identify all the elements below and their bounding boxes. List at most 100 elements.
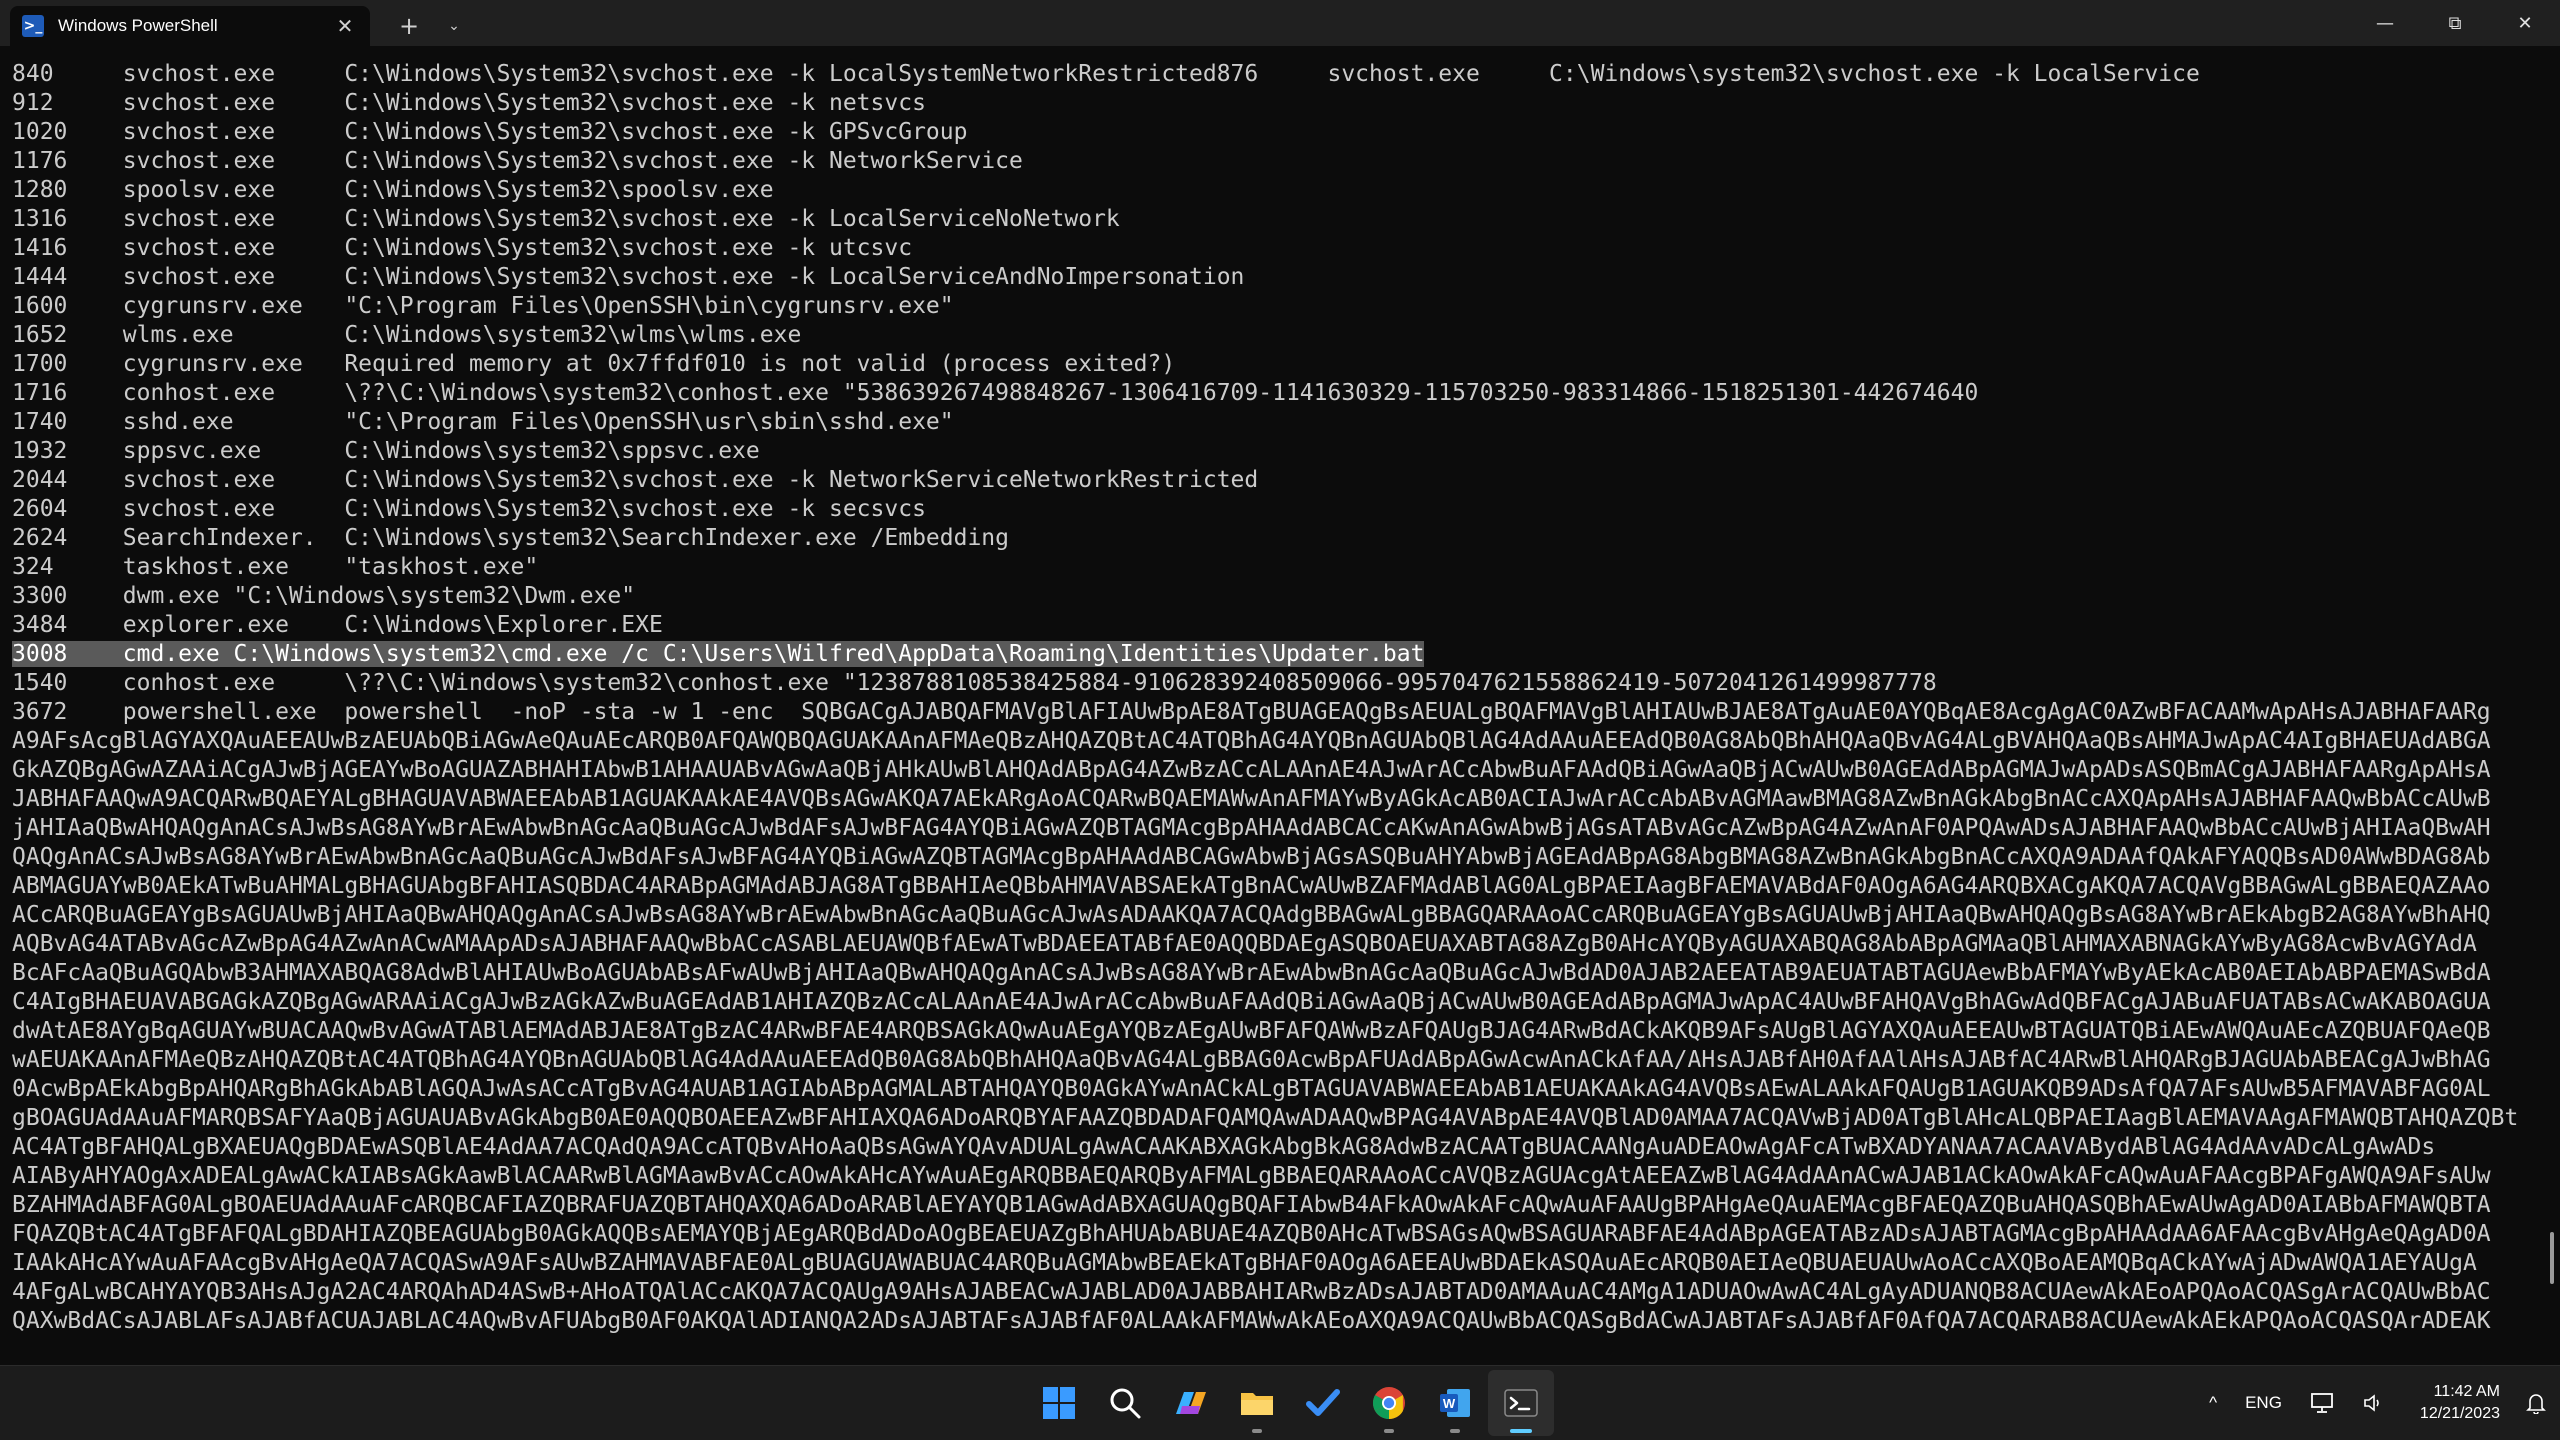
terminal-line[interactable]: 1700 cygrunsrv.exe Required memory at 0x… — [12, 350, 2548, 379]
chrome-icon — [1372, 1387, 1405, 1419]
terminal-line[interactable]: ABMAGUAYwB0AEkATwBuAHMALgBHAGUAbgBFAHIAS… — [12, 872, 2548, 901]
file-explorer-button[interactable] — [1224, 1370, 1290, 1436]
terminal-line[interactable]: 1316 svchost.exe C:\Windows\System32\svc… — [12, 205, 2548, 234]
terminal-line[interactable]: ACcARQBuAGEAYgBsAGUAUwBjAHIAaQBwAHQAQgAn… — [12, 901, 2548, 930]
terminal-line[interactable]: wAEUAKAAnAFMAeQBzAHQAZQBtAC4ATQBhAG4AYQB… — [12, 1046, 2548, 1075]
terminal-line-selected[interactable]: 3008 cmd.exe C:\Windows\system32\cmd.exe… — [12, 640, 2548, 669]
terminal-line-text: QAQgAnACsAJwBsAG8AYwBrAEwAbwBnAGcAaQBuAG… — [12, 844, 2491, 870]
terminal-line-text: 1716 conhost.exe \??\C:\Windows\system32… — [12, 380, 1979, 406]
terminal-line[interactable]: AQBvAG4ATABvAGcAZwBpAG4AZwAnACwAMAApADsA… — [12, 930, 2548, 959]
terminal-line-text: 1700 cygrunsrv.exe Required memory at 0x… — [12, 351, 1176, 377]
volume-icon[interactable] — [2362, 1392, 2384, 1414]
terminal-line-text: 2044 svchost.exe C:\Windows\System32\svc… — [12, 467, 1259, 493]
terminal-line[interactable]: 1444 svchost.exe C:\Windows\System32\svc… — [12, 263, 2548, 292]
network-icon[interactable] — [2310, 1392, 2334, 1414]
terminal-line[interactable]: BZAHMAdABFAG0ALgBOAEUAdAAuAFcARQBCAFIAZQ… — [12, 1191, 2548, 1220]
clock[interactable]: 11:42 AM 12/21/2023 — [2420, 1381, 2500, 1425]
terminal-line[interactable]: GkAZQBgAGwAZAAiACgAJwBjAGEAYwBoAGUAZABHA… — [12, 756, 2548, 785]
scrollbar[interactable] — [2550, 1232, 2554, 1284]
terminal-line-text: 324 taskhost.exe "taskhost.exe" — [12, 554, 539, 580]
notification-bell-icon[interactable] — [2526, 1392, 2546, 1414]
terminal-line[interactable]: dwAtAE8AYgBqAGUAYwBUACAAQwBvAGwATABlAEMA… — [12, 1017, 2548, 1046]
terminal-line[interactable]: 1600 cygrunsrv.exe "C:\Program Files\Ope… — [12, 292, 2548, 321]
terminal-line[interactable]: 1716 conhost.exe \??\C:\Windows\system32… — [12, 379, 2548, 408]
terminal-line-text: 1316 svchost.exe C:\Windows\System32\svc… — [12, 206, 1120, 232]
terminal-line[interactable]: 912 svchost.exe C:\Windows\System32\svch… — [12, 89, 2548, 118]
terminal-line-text: 1416 svchost.exe C:\Windows\System32\svc… — [12, 235, 913, 261]
terminal-line[interactable]: 1020 svchost.exe C:\Windows\System32\svc… — [12, 118, 2548, 147]
terminal-line-text: AQBvAG4ATABvAGcAZwBpAG4AZwAnACwAMAApADsA… — [12, 931, 2477, 957]
terminal-line[interactable]: BcAFcAaQBuAGQAbwB3AHMAXABQAG8AdwBlAHIAUw… — [12, 959, 2548, 988]
tab-windows-powershell[interactable]: >_ Windows PowerShell ✕ — [10, 6, 370, 46]
terminal-line[interactable]: FQAZQBtAC4ATgBFAFQALgBDAHIAZQBEAGUAbgB0A… — [12, 1220, 2548, 1249]
terminal-line[interactable]: 1416 svchost.exe C:\Windows\System32\svc… — [12, 234, 2548, 263]
terminal-line-text: 0AcwBpAEkAbgBpAHQARgBhAGkAbABlAGQAJwAsAC… — [12, 1076, 2491, 1102]
terminal-line-text: AIAByAHYAOgAxADEALgAwACkAIABsAGkAawBlACA… — [12, 1163, 2491, 1189]
terminal-line[interactable]: 1280 spoolsv.exe C:\Windows\System32\spo… — [12, 176, 2548, 205]
terminal-line[interactable]: 840 svchost.exe C:\Windows\System32\svch… — [12, 60, 2548, 89]
terminal-line[interactable]: AIAByAHYAOgAxADEALgAwACkAIABsAGkAawBlACA… — [12, 1162, 2548, 1191]
terminal-line-text: wAEUAKAAnAFMAeQBzAHQAZQBtAC4ATQBhAG4AYQB… — [12, 1047, 2491, 1073]
terminal-line[interactable]: 4AFgALwBCAHYAYQB3AHsAJgA2AC4ARQAhAD4ASwB… — [12, 1278, 2548, 1307]
system-tray: ^ ENG 11:42 AM 12/21/2023 — [2195, 1366, 2560, 1440]
start-button[interactable] — [1026, 1370, 1092, 1436]
terminal-line-text: 1020 svchost.exe C:\Windows\System32\svc… — [12, 119, 968, 145]
terminal-button[interactable] — [1488, 1370, 1554, 1436]
search-button[interactable] — [1092, 1370, 1158, 1436]
terminal-line-text: FQAZQBtAC4ATgBFAFQALgBDAHIAZQBEAGUAbgB0A… — [12, 1221, 2491, 1247]
copilot-button[interactable] — [1158, 1370, 1224, 1436]
terminal-line[interactable]: 1652 wlms.exe C:\Windows\system32\wlms\w… — [12, 321, 2548, 350]
copilot-icon — [1176, 1392, 1206, 1414]
terminal-line[interactable]: 1740 sshd.exe "C:\Program Files\OpenSSH\… — [12, 408, 2548, 437]
terminal-line[interactable]: 2624 SearchIndexer. C:\Windows\system32\… — [12, 524, 2548, 553]
chevron-down-icon[interactable]: ⌄ — [434, 6, 474, 46]
show-hidden-icons-button[interactable]: ^ — [2209, 1393, 2217, 1413]
title-bar: >_ Windows PowerShell ✕ + ⌄ — ⧉ ✕ — [0, 0, 2560, 46]
terminal-line-text: A9AFsAcgBlAGYAXQAuAEEAUwBzAEUAbQBiAGwAeQ… — [12, 728, 2491, 754]
terminal-line[interactable]: C4AIgBHAEUAVABGAGkAZQBgAGwARAAiACgAJwBzA… — [12, 988, 2548, 1017]
terminal-line[interactable]: 324 taskhost.exe "taskhost.exe" — [12, 553, 2548, 582]
chrome-button[interactable] — [1356, 1370, 1422, 1436]
terminal-line[interactable]: gBOAGUAdAAuAFMARQBSAFYAaQBjAGUAUABvAGkAb… — [12, 1104, 2548, 1133]
minimize-button[interactable]: — — [2350, 0, 2420, 46]
terminal-line-text: 1176 svchost.exe C:\Windows\System32\svc… — [12, 148, 1023, 174]
terminal-line[interactable]: QAXwBdACsAJABLAFsAJABfACUAJABLAC4AQwBvAF… — [12, 1307, 2548, 1336]
tab-close-icon[interactable]: ✕ — [332, 14, 358, 38]
language-indicator[interactable]: ENG — [2245, 1393, 2282, 1413]
terminal-line-text: BcAFcAaQBuAGQAbwB3AHMAXABQAG8AdwBlAHIAUw… — [12, 960, 2491, 986]
new-tab-button[interactable]: + — [384, 6, 434, 46]
terminal-line-text: ABMAGUAYwB0AEkATwBuAHMALgBHAGUAbgBFAHIAS… — [12, 873, 2491, 899]
word-button[interactable]: W — [1422, 1370, 1488, 1436]
close-button[interactable]: ✕ — [2490, 0, 2560, 46]
terminal-line-text: jAHIAaQBwAHQAQgAnACsAJwBsAG8AYwBrAEwAbwB… — [12, 815, 2491, 841]
terminal-line[interactable]: 1176 svchost.exe C:\Windows\System32\svc… — [12, 147, 2548, 176]
maximize-button[interactable]: ⧉ — [2420, 0, 2490, 46]
terminal-line[interactable]: IAAkAHcAYwAuAFAAcgBvAHgAeQA7ACQASwA9AFsA… — [12, 1249, 2548, 1278]
terminal-line[interactable]: jAHIAaQBwAHQAQgAnACsAJwBsAG8AYwBrAEwAbwB… — [12, 814, 2548, 843]
terminal-line-text: 840 svchost.exe C:\Windows\System32\svch… — [12, 61, 2200, 87]
terminal-line[interactable]: 1540 conhost.exe \??\C:\Windows\system32… — [12, 669, 2548, 698]
terminal-line-text: IAAkAHcAYwAuAFAAcgBvAHgAeQA7ACQASwA9AFsA… — [12, 1250, 2477, 1276]
terminal-line[interactable]: JABHAFAAQwA9ACQARwBQAEYALgBHAGUAVABWAEEA… — [12, 785, 2548, 814]
terminal-line[interactable]: 0AcwBpAEkAbgBpAHQARgBhAGkAbABlAGQAJwAsAC… — [12, 1075, 2548, 1104]
terminal-line[interactable]: A9AFsAcgBlAGYAXQAuAEEAUwBzAEUAbQBiAGwAeQ… — [12, 727, 2548, 756]
clock-date: 12/21/2023 — [2419, 1405, 2500, 1422]
terminal-line[interactable]: 2604 svchost.exe C:\Windows\System32\svc… — [12, 495, 2548, 524]
terminal-line[interactable]: 2044 svchost.exe C:\Windows\System32\svc… — [12, 466, 2548, 495]
terminal-line-text: 1540 conhost.exe \??\C:\Windows\system32… — [12, 670, 1937, 696]
terminal-line[interactable]: 3300 dwm.exe "C:\Windows\system32\Dwm.ex… — [12, 582, 2548, 611]
terminal-output[interactable]: 840 svchost.exe C:\Windows\System32\svch… — [0, 46, 2548, 1366]
terminal-line[interactable]: QAQgAnACsAJwBsAG8AYwBrAEwAbwBnAGcAaQBuAG… — [12, 843, 2548, 872]
todo-button[interactable] — [1290, 1370, 1356, 1436]
running-indicator — [1252, 1429, 1262, 1433]
terminal-line[interactable]: 3672 powershell.exe powershell -noP -sta… — [12, 698, 2548, 727]
terminal-line-text: 3672 powershell.exe powershell -noP -sta… — [12, 699, 2491, 725]
terminal-line[interactable]: 1932 sppsvc.exe C:\Windows\system32\spps… — [12, 437, 2548, 466]
terminal-line-text: gBOAGUAdAAuAFMARQBSAFYAaQBjAGUAUABvAGkAb… — [12, 1105, 2519, 1131]
clock-time: 11:42 AM — [2433, 1383, 2500, 1400]
terminal-line-text: 1740 sshd.exe "C:\Program Files\OpenSSH\… — [12, 409, 954, 435]
file-explorer-icon — [1241, 1393, 1273, 1415]
terminal-line[interactable]: AC4ATgBFAHQALgBXAEUAQgBDAEwASQBlAE4AdAA7… — [12, 1133, 2548, 1162]
terminal-line[interactable]: 3484 explorer.exe C:\Windows\Explorer.EX… — [12, 611, 2548, 640]
active-indicator — [1510, 1429, 1532, 1433]
